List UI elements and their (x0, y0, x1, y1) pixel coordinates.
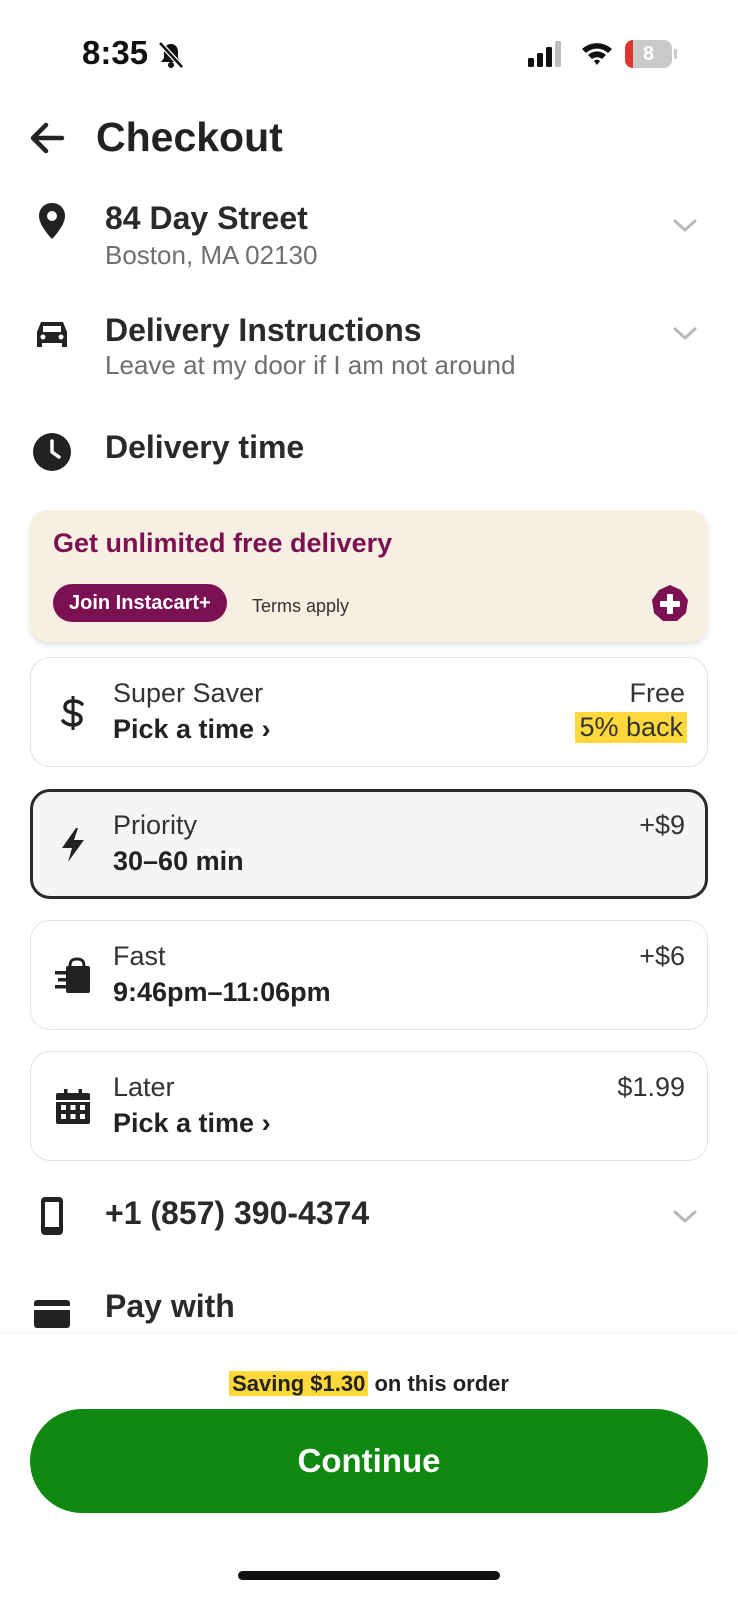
terms-apply-link[interactable]: Terms apply (252, 596, 349, 617)
option-price: Free (629, 678, 685, 708)
lightning-icon (62, 828, 84, 862)
page-title: Checkout (96, 114, 283, 160)
delivery-time-row: Delivery time (0, 426, 738, 476)
delivery-instructions-subtitle: Leave at my door if I am not around (105, 350, 516, 380)
dollar-icon (61, 696, 84, 730)
bell-muted-icon (158, 41, 184, 69)
phone-number: +1 (857) 390-4374 (105, 1195, 370, 1231)
option-name: Later (113, 1072, 175, 1102)
address-line2: Boston, MA 02130 (105, 240, 318, 270)
option-detail: 30–60 min (113, 846, 244, 876)
promo-title: Get unlimited free delivery (53, 528, 393, 558)
option-price: +$6 (639, 941, 685, 971)
option-name: Priority (113, 810, 198, 840)
pick-a-time-link[interactable]: Pick a time › (113, 714, 271, 745)
savings-summary: Saving $1.30 on this order (0, 1371, 738, 1397)
address-line1: 84 Day Street (105, 200, 308, 236)
address-row[interactable]: 84 Day Street Boston, MA 02130 (0, 195, 738, 275)
phone-row[interactable]: +1 (857) 390-4374 (0, 1190, 738, 1250)
back-arrow-icon[interactable] (28, 118, 68, 158)
delivery-option-priority[interactable]: Priority 30–60 min +$9 (30, 789, 708, 899)
credit-card-icon (34, 1300, 70, 1328)
join-instacart-plus-button[interactable]: Join Instacart+ (53, 584, 227, 622)
status-bar: 8:35 8 (0, 0, 738, 100)
checkout-bottom-bar: Saving $1.30 on this order Continue (0, 1334, 738, 1600)
clock-icon (33, 433, 71, 471)
delivery-time-title: Delivery time (105, 429, 305, 465)
wifi-icon (582, 43, 612, 65)
car-icon (37, 322, 67, 347)
instacart-plus-promo: Get unlimited free delivery Join Instaca… (30, 510, 708, 642)
option-name: Super Saver (113, 678, 264, 708)
cashback-badge: 5% back (575, 712, 687, 743)
location-pin-icon (39, 203, 65, 239)
pick-a-time-link[interactable]: Pick a time › (113, 1108, 271, 1139)
instacart-plus-badge-icon (652, 585, 688, 621)
delivery-instructions-title: Delivery Instructions (105, 312, 422, 348)
delivery-option-fast[interactable]: Fast 9:46pm–11:06pm +$6 (30, 920, 708, 1030)
battery-icon: 8 (625, 40, 677, 68)
delivery-option-super-saver[interactable]: Super Saver Pick a time › Free 5% back (30, 657, 708, 767)
continue-button[interactable]: Continue (30, 1409, 708, 1513)
status-time: 8:35 (82, 34, 149, 71)
option-name: Fast (113, 941, 166, 971)
home-indicator (238, 1571, 500, 1580)
chevron-down-icon (673, 219, 697, 232)
battery-percent: 8 (642, 43, 655, 65)
fast-bag-icon (55, 957, 90, 993)
delivery-instructions-row[interactable]: Delivery Instructions Leave at my door i… (0, 308, 738, 388)
option-price: $1.99 (617, 1072, 685, 1102)
delivery-option-later[interactable]: Later Pick a time › $1.99 (30, 1051, 708, 1161)
chevron-down-icon (673, 327, 697, 340)
chevron-down-icon (673, 1210, 697, 1223)
option-detail: 9:46pm–11:06pm (113, 977, 331, 1007)
option-price: +$9 (639, 810, 685, 840)
savings-suffix: on this order (368, 1371, 509, 1396)
phone-icon (41, 1197, 63, 1235)
pay-with-title: Pay with (105, 1288, 235, 1324)
savings-amount: Saving $1.30 (229, 1371, 369, 1396)
signal-icon (528, 41, 561, 67)
calendar-icon (56, 1089, 90, 1124)
